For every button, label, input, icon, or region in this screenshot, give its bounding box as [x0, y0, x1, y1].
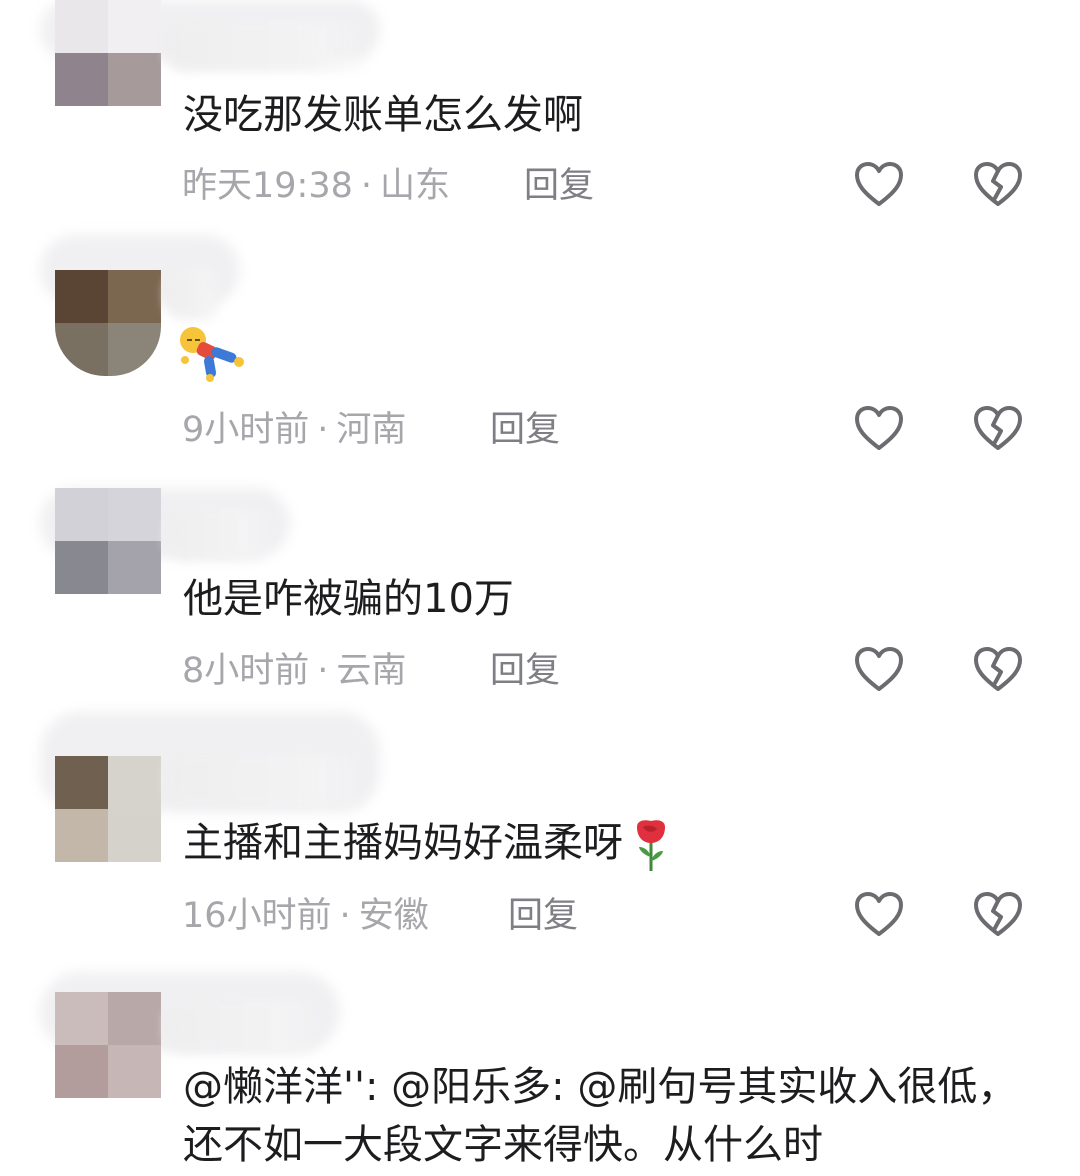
avatar-pixel	[108, 323, 161, 376]
rose-icon	[629, 817, 673, 873]
broken-heart-icon[interactable]	[972, 160, 1024, 208]
comment-time: 16小时前	[182, 896, 332, 936]
avatar-pixel	[55, 53, 108, 106]
comment-time: 昨天19:38	[182, 166, 353, 206]
meta-separator: ·	[317, 410, 329, 450]
heart-outline-icon[interactable]	[853, 160, 905, 208]
avatar-pixel	[108, 541, 161, 594]
heart-outline-icon[interactable]	[853, 645, 905, 693]
avatar-pixel	[108, 488, 161, 541]
broken-heart-icon[interactable]	[972, 404, 1024, 452]
comment-meta: 8小时前 · 云南	[182, 649, 406, 693]
avatar-pixel	[108, 1045, 161, 1098]
avatar[interactable]	[55, 0, 161, 106]
avatar-pixel	[55, 0, 108, 53]
avatar-pixel	[55, 488, 108, 541]
username-blurred[interactable]	[165, 1000, 325, 1052]
comment-time: 8小时前	[182, 651, 310, 691]
comment-location: 安徽	[358, 896, 429, 936]
avatar-pixel	[108, 809, 161, 862]
avatar-pixel	[55, 323, 108, 376]
username-blurred[interactable]	[165, 508, 275, 560]
avatar-pixel	[55, 756, 108, 809]
broken-heart-icon[interactable]	[972, 890, 1024, 938]
comment-text: 主播和主播妈妈好温柔呀	[183, 816, 673, 873]
reply-button[interactable]: 回复	[490, 408, 560, 452]
avatar-pixel	[108, 756, 161, 809]
avatar[interactable]	[55, 756, 161, 862]
comment-text: @懒洋洋'': @阳乐多: @刷句号其实收入很低，还不如一大段文字来得快。从什么…	[183, 1064, 1018, 1168]
avatar-pixel	[108, 270, 161, 323]
avatar[interactable]	[55, 488, 161, 594]
heart-outline-icon[interactable]	[853, 404, 905, 452]
heart-outline-icon[interactable]	[853, 890, 905, 938]
comment-location: 山东	[380, 166, 451, 206]
avatar-pixel	[55, 541, 108, 594]
comment-time: 9小时前	[182, 410, 310, 450]
meta-separator: ·	[360, 166, 373, 206]
reply-button[interactable]: 回复	[524, 164, 594, 208]
avatar-pixel	[108, 53, 161, 106]
comment-text: 他是咋被骗的10万	[183, 576, 514, 622]
reply-button[interactable]: 回复	[508, 894, 578, 938]
avatar-pixel	[55, 270, 108, 323]
avatar-pixel	[55, 809, 108, 862]
avatar-pixel	[55, 1045, 108, 1098]
avatar-pixel	[108, 992, 161, 1045]
meta-separator: ·	[339, 896, 351, 936]
avatar-pixel	[55, 992, 108, 1045]
comment-text-content: 主播和主播妈妈好温柔呀	[183, 820, 623, 866]
comment-text: 没吃那发账单怎么发啊	[183, 92, 583, 138]
avatar-pixel	[108, 0, 161, 53]
reply-button[interactable]: 回复	[490, 649, 560, 693]
username-blurred[interactable]	[165, 754, 375, 806]
comment-meta: 16小时前 · 安徽	[182, 894, 429, 938]
comment-meta: 9小时前 · 河南	[182, 408, 406, 452]
avatar[interactable]	[55, 992, 161, 1098]
comment-meta: 昨天19:38 · 山东	[182, 164, 450, 208]
comment-location: 云南	[336, 651, 407, 691]
avatar[interactable]	[55, 270, 161, 376]
broken-heart-icon[interactable]	[972, 645, 1024, 693]
username-blurred[interactable]	[165, 268, 225, 320]
lying-cartoon-figure-sticker	[177, 322, 247, 382]
meta-separator: ·	[317, 651, 329, 691]
username-blurred[interactable]	[165, 20, 375, 72]
comment-location: 河南	[336, 410, 407, 450]
